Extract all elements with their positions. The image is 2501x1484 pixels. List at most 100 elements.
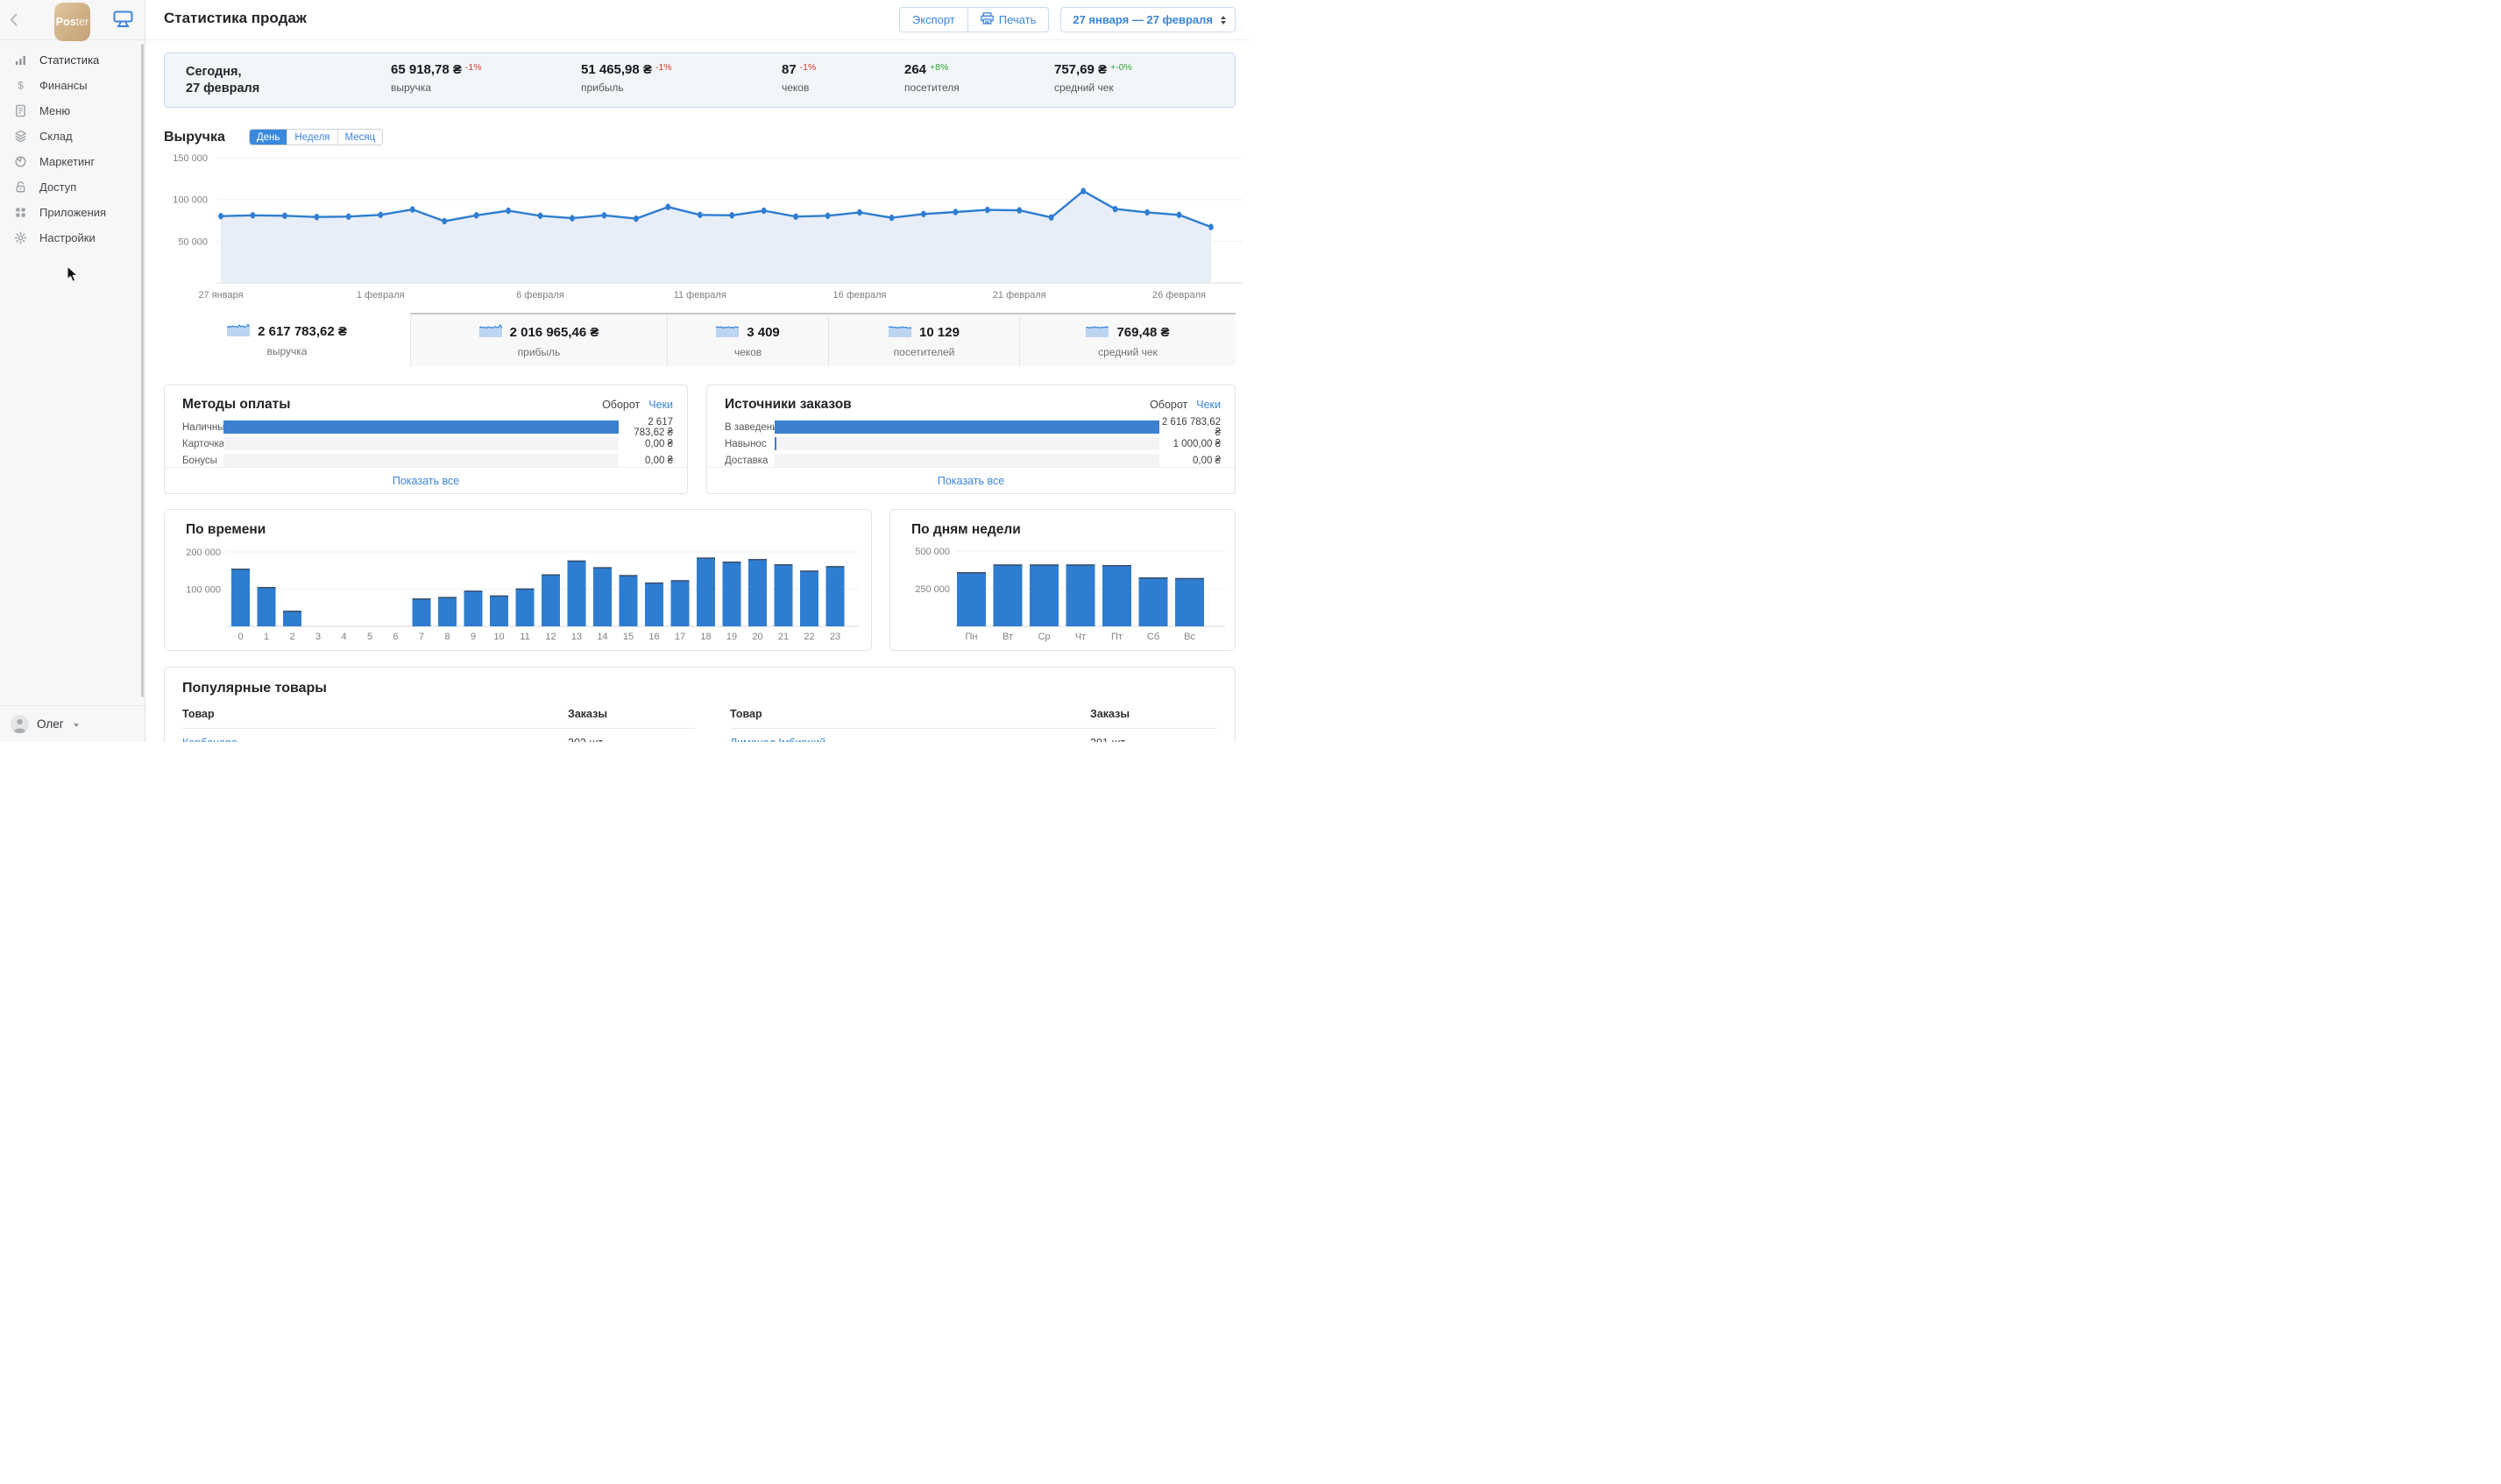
svg-text:22: 22 (804, 632, 814, 642)
sidebar-item-finances[interactable]: $ Финансы (0, 73, 145, 98)
sidebar-item-statistics[interactable]: Статистика (0, 47, 145, 73)
date-range-select[interactable]: 27 января — 27 февраля (1060, 7, 1236, 32)
toggle-receipts[interactable]: Чеки (1196, 399, 1221, 411)
source-row-inhouse: В заведении 2 616 783,62 ₴ (725, 416, 1221, 438)
topbar: Статистика продаж Экспорт Печать 27 янва… (145, 0, 1250, 40)
sidebar-item-menu[interactable]: Меню (0, 98, 145, 124)
bar-track (775, 420, 1159, 434)
svg-text:1 февраля: 1 февраля (357, 290, 405, 300)
print-button[interactable]: Печать (967, 8, 1049, 32)
dollar-icon: $ (13, 78, 28, 93)
breakdown-cards: Методы оплаты Оборот Чеки Наличные 2 617… (164, 385, 1236, 494)
svg-text:Чт: Чт (1075, 632, 1086, 642)
tile-receipts[interactable]: 3 409 чеков (667, 313, 828, 366)
svg-text:17: 17 (675, 632, 685, 642)
svg-text:21: 21 (778, 632, 789, 642)
popular-table-left: Товар Заказы Карбонара 302 шт. (182, 708, 695, 742)
tile-visitors[interactable]: 10 129 посетителей (828, 313, 1019, 366)
svg-text:Сб: Сб (1147, 632, 1159, 642)
tile-profit[interactable]: 2 016 965,46 ₴ прибыль (410, 313, 667, 366)
sidebar-item-apps[interactable]: Приложения (0, 200, 145, 225)
svg-text:200 000: 200 000 (186, 548, 221, 558)
svg-text:12: 12 (545, 632, 556, 642)
by-time-chart-svg[interactable]: 100 000200 0000 1 2 3 4 5 6 7 8 9 10 11 12 13 14 15 16 17… (175, 545, 868, 648)
today-stat-revenue: 65 918,78 ₴ -1% выручка (391, 62, 482, 94)
mini-sparkline-icon (1086, 323, 1109, 342)
tab-week[interactable]: Неделя (287, 130, 337, 145)
revenue-line-chart[interactable]: 50 000 100 000 150 000 27 января 1 февраля 6 … (164, 151, 1243, 304)
tab-day[interactable]: День (249, 130, 287, 145)
svg-text:11 февраля: 11 февраля (674, 290, 726, 300)
export-button[interactable]: Экспорт (900, 8, 967, 32)
product-link[interactable]: Карбонара (182, 737, 568, 742)
sidebar-scrollbar[interactable] (141, 44, 144, 697)
show-all-link[interactable]: Показать все (707, 467, 1235, 493)
by-weekday-title: По дням недели (911, 522, 1021, 537)
summary-tiles: 2 617 783,62 ₴ выручка 2 016 965,46 ₴ пр… (164, 313, 1236, 366)
bar-track (223, 437, 619, 450)
svg-text:23: 23 (830, 632, 840, 642)
sources-toggle: Оборот Чеки (1150, 399, 1221, 411)
today-summary-bar: Сегодня, 27 февраля 65 918,78 ₴ -1% выруч… (164, 53, 1236, 108)
order-sources-title: Источники заказов (725, 397, 852, 412)
by-time-title: По времени (186, 522, 266, 537)
collapse-sidebar-icon[interactable] (10, 13, 18, 31)
gear-icon (13, 230, 28, 245)
today-stat-profit: 51 465,98 ₴ -1% прибыль (581, 62, 672, 94)
svg-text:Вс: Вс (1184, 632, 1195, 642)
toggle-turnover[interactable]: Оборот (602, 399, 640, 411)
sidebar-item-settings[interactable]: Настройки (0, 225, 145, 251)
sidebar-item-label: Настройки (39, 231, 96, 244)
tile-avg-check[interactable]: 769,48 ₴ средний чек (1019, 313, 1236, 366)
payment-row-cash: Наличные 2 617 783,62 ₴ (182, 416, 673, 438)
source-row-takeaway: Навынос 1 000,00 ₴ (725, 437, 1221, 450)
table-row: Лимонад Імбирний 291 шт. (730, 729, 1217, 742)
payment-methods-card: Методы оплаты Оборот Чеки Наличные 2 617… (164, 385, 688, 494)
show-all-link[interactable]: Показать все (165, 467, 687, 493)
svg-text:250 000: 250 000 (915, 584, 950, 595)
svg-text:10: 10 (493, 632, 504, 642)
svg-text:16 февраля: 16 февраля (833, 290, 887, 300)
svg-text:Вт: Вт (1003, 632, 1013, 642)
page-title: Статистика продаж (164, 10, 307, 26)
sidebar-item-label: Маркетинг (39, 155, 96, 168)
bar-track (223, 420, 619, 434)
svg-text:4: 4 (341, 632, 346, 642)
user-menu[interactable]: Олег (0, 705, 145, 742)
by-weekday-card: По дням недели 250 000 500 000 Пн Вт Ср Чт Пт С… (889, 509, 1236, 651)
popular-table-right: Товар Заказы Лимонад Імбирний 291 шт. (730, 708, 1217, 742)
sidebar-item-label: Статистика (39, 53, 100, 67)
bar-chart-icon (13, 53, 28, 67)
svg-text:14: 14 (597, 632, 607, 642)
svg-text:Пт: Пт (1111, 632, 1123, 642)
printer-icon (980, 12, 994, 27)
user-name: Олег (37, 717, 64, 731)
svg-text:6: 6 (393, 632, 398, 642)
toggle-turnover[interactable]: Оборот (1150, 399, 1187, 411)
sidebar-item-inventory[interactable]: Склад (0, 124, 145, 149)
today-stat-receipts: 87 -1% чеков (782, 62, 817, 94)
svg-text:3: 3 (315, 632, 321, 642)
poster-logo[interactable]: Pos ter (54, 3, 90, 41)
sidebar-item-access[interactable]: Доступ (0, 174, 145, 200)
avatar (11, 715, 29, 733)
toggle-receipts[interactable]: Чеки (648, 399, 673, 411)
by-weekday-chart-svg[interactable]: 250 000 500 000 Пн Вт Ср Чт Пт Сб Вс (899, 545, 1232, 648)
sidebar-header: Pos ter (0, 0, 145, 41)
mini-sparkline-icon (478, 323, 503, 342)
product-link[interactable]: Лимонад Імбирний (730, 737, 1090, 742)
pos-terminal-icon[interactable] (113, 11, 133, 32)
sidebar-item-marketing[interactable]: Маркетинг (0, 149, 145, 174)
order-sources-card: Источники заказов Оборот Чеки В заведени… (706, 385, 1236, 494)
svg-text:13: 13 (571, 632, 582, 642)
document-icon (13, 103, 28, 118)
svg-text:9: 9 (471, 632, 476, 642)
svg-text:21 февраля: 21 февраля (993, 290, 1046, 300)
sidebar-item-label: Финансы (39, 79, 88, 92)
today-date-label: Сегодня, 27 февраля (186, 65, 260, 95)
tile-revenue[interactable]: 2 617 783,62 ₴ выручка (164, 313, 410, 366)
today-stat-visitors: 264 +8% посетителя (904, 62, 960, 94)
sidebar-item-label: Меню (39, 104, 71, 117)
bar-track (775, 454, 1159, 467)
tab-month[interactable]: Месяц (337, 130, 383, 145)
